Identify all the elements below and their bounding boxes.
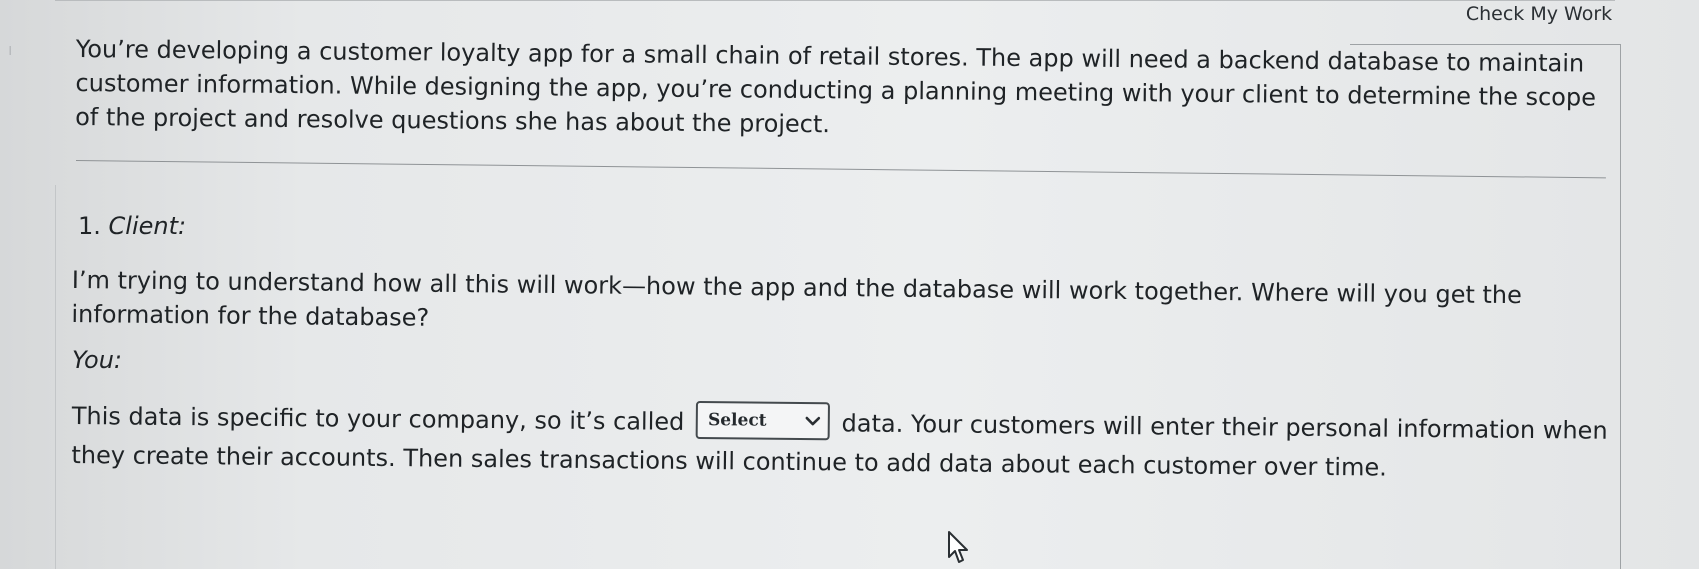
answer-paragraph: This data is specific to your company, s… (71, 397, 1632, 489)
intro-divider (75, 160, 1606, 179)
chevron-down-icon (805, 416, 821, 426)
panel-left-border (55, 185, 56, 569)
intro-paragraph: You’re developing a customer loyalty app… (75, 34, 1597, 139)
check-my-work-button[interactable]: Check My Work (1458, 0, 1620, 28)
question-heading: 1. Client: (78, 212, 186, 240)
client-label: Client: (108, 212, 187, 240)
top-divider (55, 0, 1615, 1)
question-number: 1. (78, 212, 101, 240)
data-type-select[interactable]: Select (695, 400, 831, 441)
panel-right-border (1620, 44, 1621, 569)
assignment-page: ı Check My Work You’re developing a cust… (0, 0, 1699, 569)
mouse-pointer-icon (948, 531, 968, 563)
client-question-text: I’m trying to understand how all this wi… (71, 265, 1523, 332)
select-value: Select (707, 410, 767, 431)
you-label: You: (72, 346, 123, 374)
margin-mark: ı (8, 40, 13, 59)
answer-text-before: This data is specific to your company, s… (71, 401, 685, 436)
